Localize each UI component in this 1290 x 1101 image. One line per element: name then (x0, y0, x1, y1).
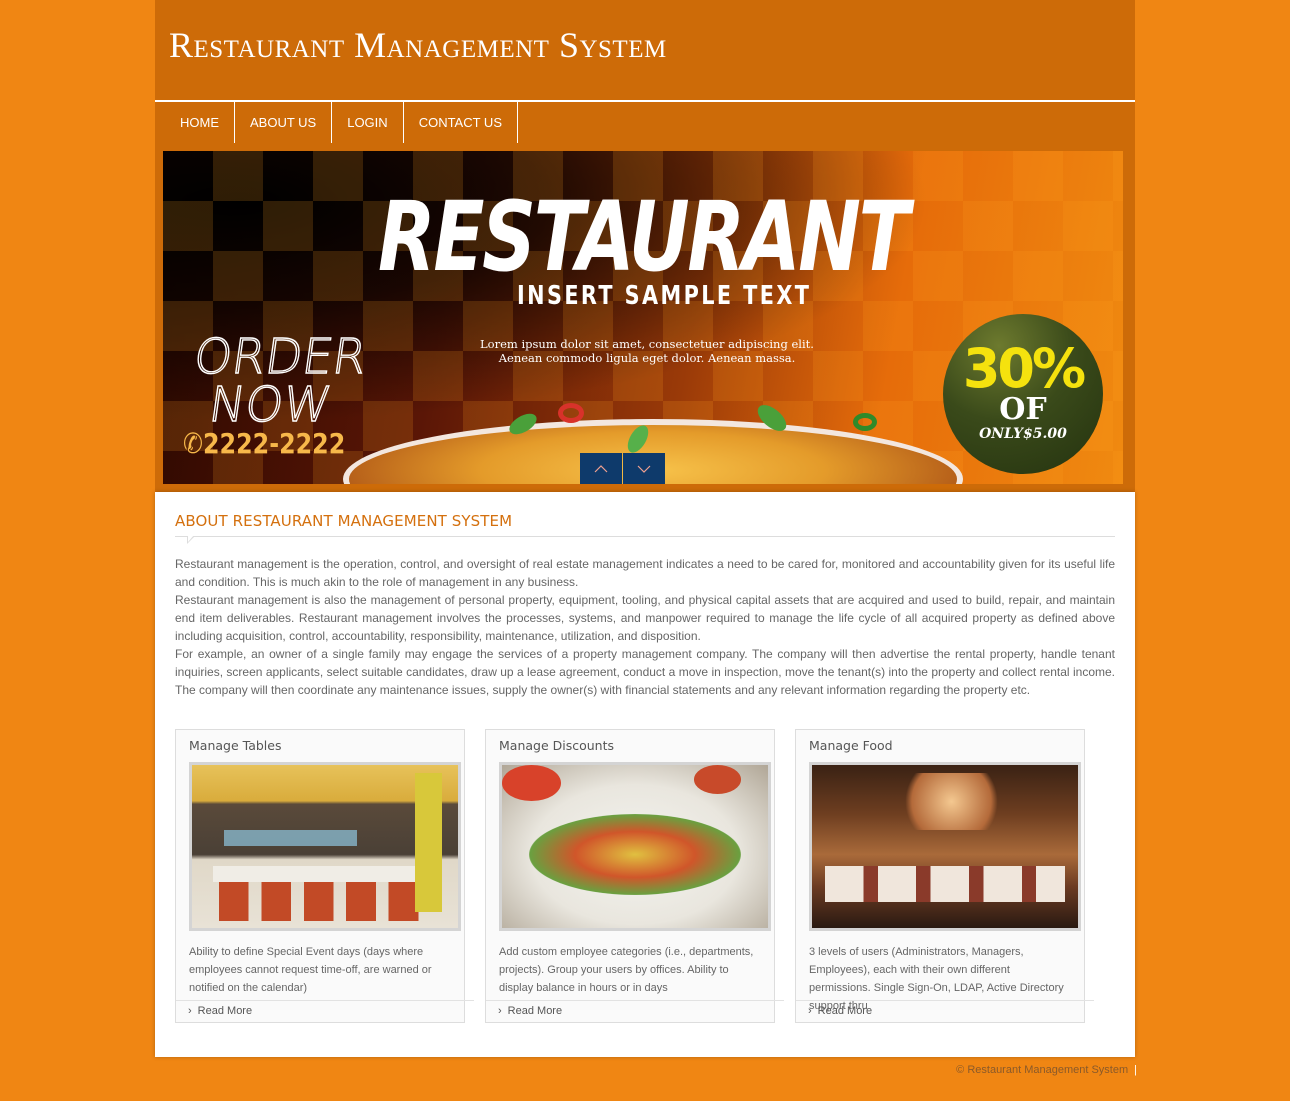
about-heading: ABOUT RESTAURANT MANAGEMENT SYSTEM (175, 512, 1115, 544)
page-wrapper: Restaurant Management System HOME ABOUT … (155, 0, 1135, 1057)
chevron-right-icon: › (188, 1005, 192, 1017)
about-paragraph: Restaurant management is the operation, … (175, 557, 1115, 589)
card-description: Ability to define Special Event days (da… (189, 946, 432, 994)
restaurant-interior-photo (809, 762, 1081, 931)
order-now-text: ORDER NOW (184, 328, 371, 433)
photo-tables (825, 866, 1065, 902)
photo-window (223, 830, 357, 847)
about-paragraph: For example, an owner of a single family… (175, 647, 1115, 697)
photo-pillar (415, 773, 443, 912)
chevron-up-icon (594, 464, 608, 472)
banner-subtitle: INSERT SAMPLE TEXT (517, 281, 812, 311)
badge-percent: 30% (962, 337, 1086, 400)
card-title: Manage Food (809, 738, 893, 753)
order-line1: ORDER (190, 328, 371, 385)
food-skewers-photo (499, 762, 771, 931)
about-text: Restaurant management is the operation, … (175, 555, 1115, 699)
read-more-label: Read More (197, 1005, 253, 1017)
phone-number-text: 2222-2222 (202, 427, 346, 460)
badge-of: OF (999, 392, 1047, 427)
slider-container: RESTAURANT INSERT SAMPLE TEXT Lorem ipsu… (155, 143, 1135, 492)
banner-lorem: Lorem ipsum dolor sit amet, consectetuer… (463, 337, 831, 365)
feature-card-manage-food: Manage Food 3 levels of users (Administr… (795, 729, 1094, 1023)
banner-title: RESTAURANT (378, 181, 910, 293)
main-content: ABOUT RESTAURANT MANAGEMENT SYSTEM Resta… (155, 492, 1135, 1057)
main-nav: HOME ABOUT US LOGIN CONTACT US (155, 100, 1135, 143)
read-more-link[interactable]: › Read More (486, 1000, 784, 1022)
copyright-text: © Restaurant Management System (956, 1064, 1129, 1076)
chevron-down-icon (637, 465, 651, 473)
feature-card-manage-discounts: Manage Discounts Add custom employee cat… (485, 729, 784, 1023)
photo-chairs (218, 882, 432, 922)
site-header: Restaurant Management System (155, 0, 1135, 100)
chevron-right-icon: › (498, 1005, 502, 1017)
read-more-link[interactable]: › Read More (176, 1000, 474, 1022)
card-description: Add custom employee categories (i.e., de… (499, 946, 754, 994)
card-title: Manage Discounts (499, 738, 615, 753)
nav-login[interactable]: LOGIN (332, 102, 404, 143)
about-paragraph: Restaurant management is also the manage… (175, 593, 1115, 643)
feature-card-manage-tables: Manage Tables Ability to define Special … (175, 729, 474, 1023)
restaurant-dining-room-photo (189, 762, 461, 931)
photo-tomato (502, 765, 561, 801)
card-title: Manage Tables (189, 738, 282, 753)
garnish-pepper (853, 413, 877, 431)
nav-home[interactable]: HOME (165, 102, 235, 143)
order-line2: NOW (205, 376, 335, 433)
banner-slider: RESTAURANT INSERT SAMPLE TEXT Lorem ipsu… (163, 151, 1123, 484)
read-more-link[interactable]: › Read More (796, 1000, 1094, 1022)
read-more-label: Read More (817, 1005, 873, 1017)
banner-lorem-line2: Aenean commodo ligula eget dolor. Aenean… (498, 351, 796, 365)
feature-cards: Manage Tables Ability to define Special … (175, 729, 1115, 1023)
about-heading-text: ABOUT RESTAURANT MANAGEMENT SYSTEM (175, 512, 513, 530)
phone-icon: ✆ (183, 427, 203, 460)
nav-contact-us[interactable]: CONTACT US (404, 102, 518, 143)
read-more-label: Read More (507, 1005, 563, 1017)
heading-notch-decoration (187, 535, 195, 544)
photo-tables (213, 866, 437, 883)
slider-next-button[interactable] (623, 453, 665, 484)
card-description: 3 levels of users (Administrators, Manag… (809, 946, 1064, 1012)
discount-badge: 30% OF ONLY$5.00 (943, 314, 1103, 474)
nav-about-us[interactable]: ABOUT US (235, 102, 333, 143)
photo-skewers (528, 813, 742, 896)
banner-lorem-line1: Lorem ipsum dolor sit amet, consectetuer… (480, 337, 814, 351)
garnish-pepper (558, 403, 584, 423)
phone-number: ✆2222-2222 (183, 427, 345, 460)
badge-price: ONLY$5.00 (979, 426, 1067, 442)
footer-separator: | (1134, 1064, 1137, 1076)
slider-prev-button[interactable] (580, 453, 622, 484)
chevron-right-icon: › (808, 1005, 812, 1017)
photo-pepper (693, 765, 742, 795)
site-title: Restaurant Management System (169, 25, 667, 65)
slider-nav (580, 453, 665, 484)
photo-lights (891, 773, 1012, 831)
site-footer: © Restaurant Management System | (155, 1056, 1137, 1086)
